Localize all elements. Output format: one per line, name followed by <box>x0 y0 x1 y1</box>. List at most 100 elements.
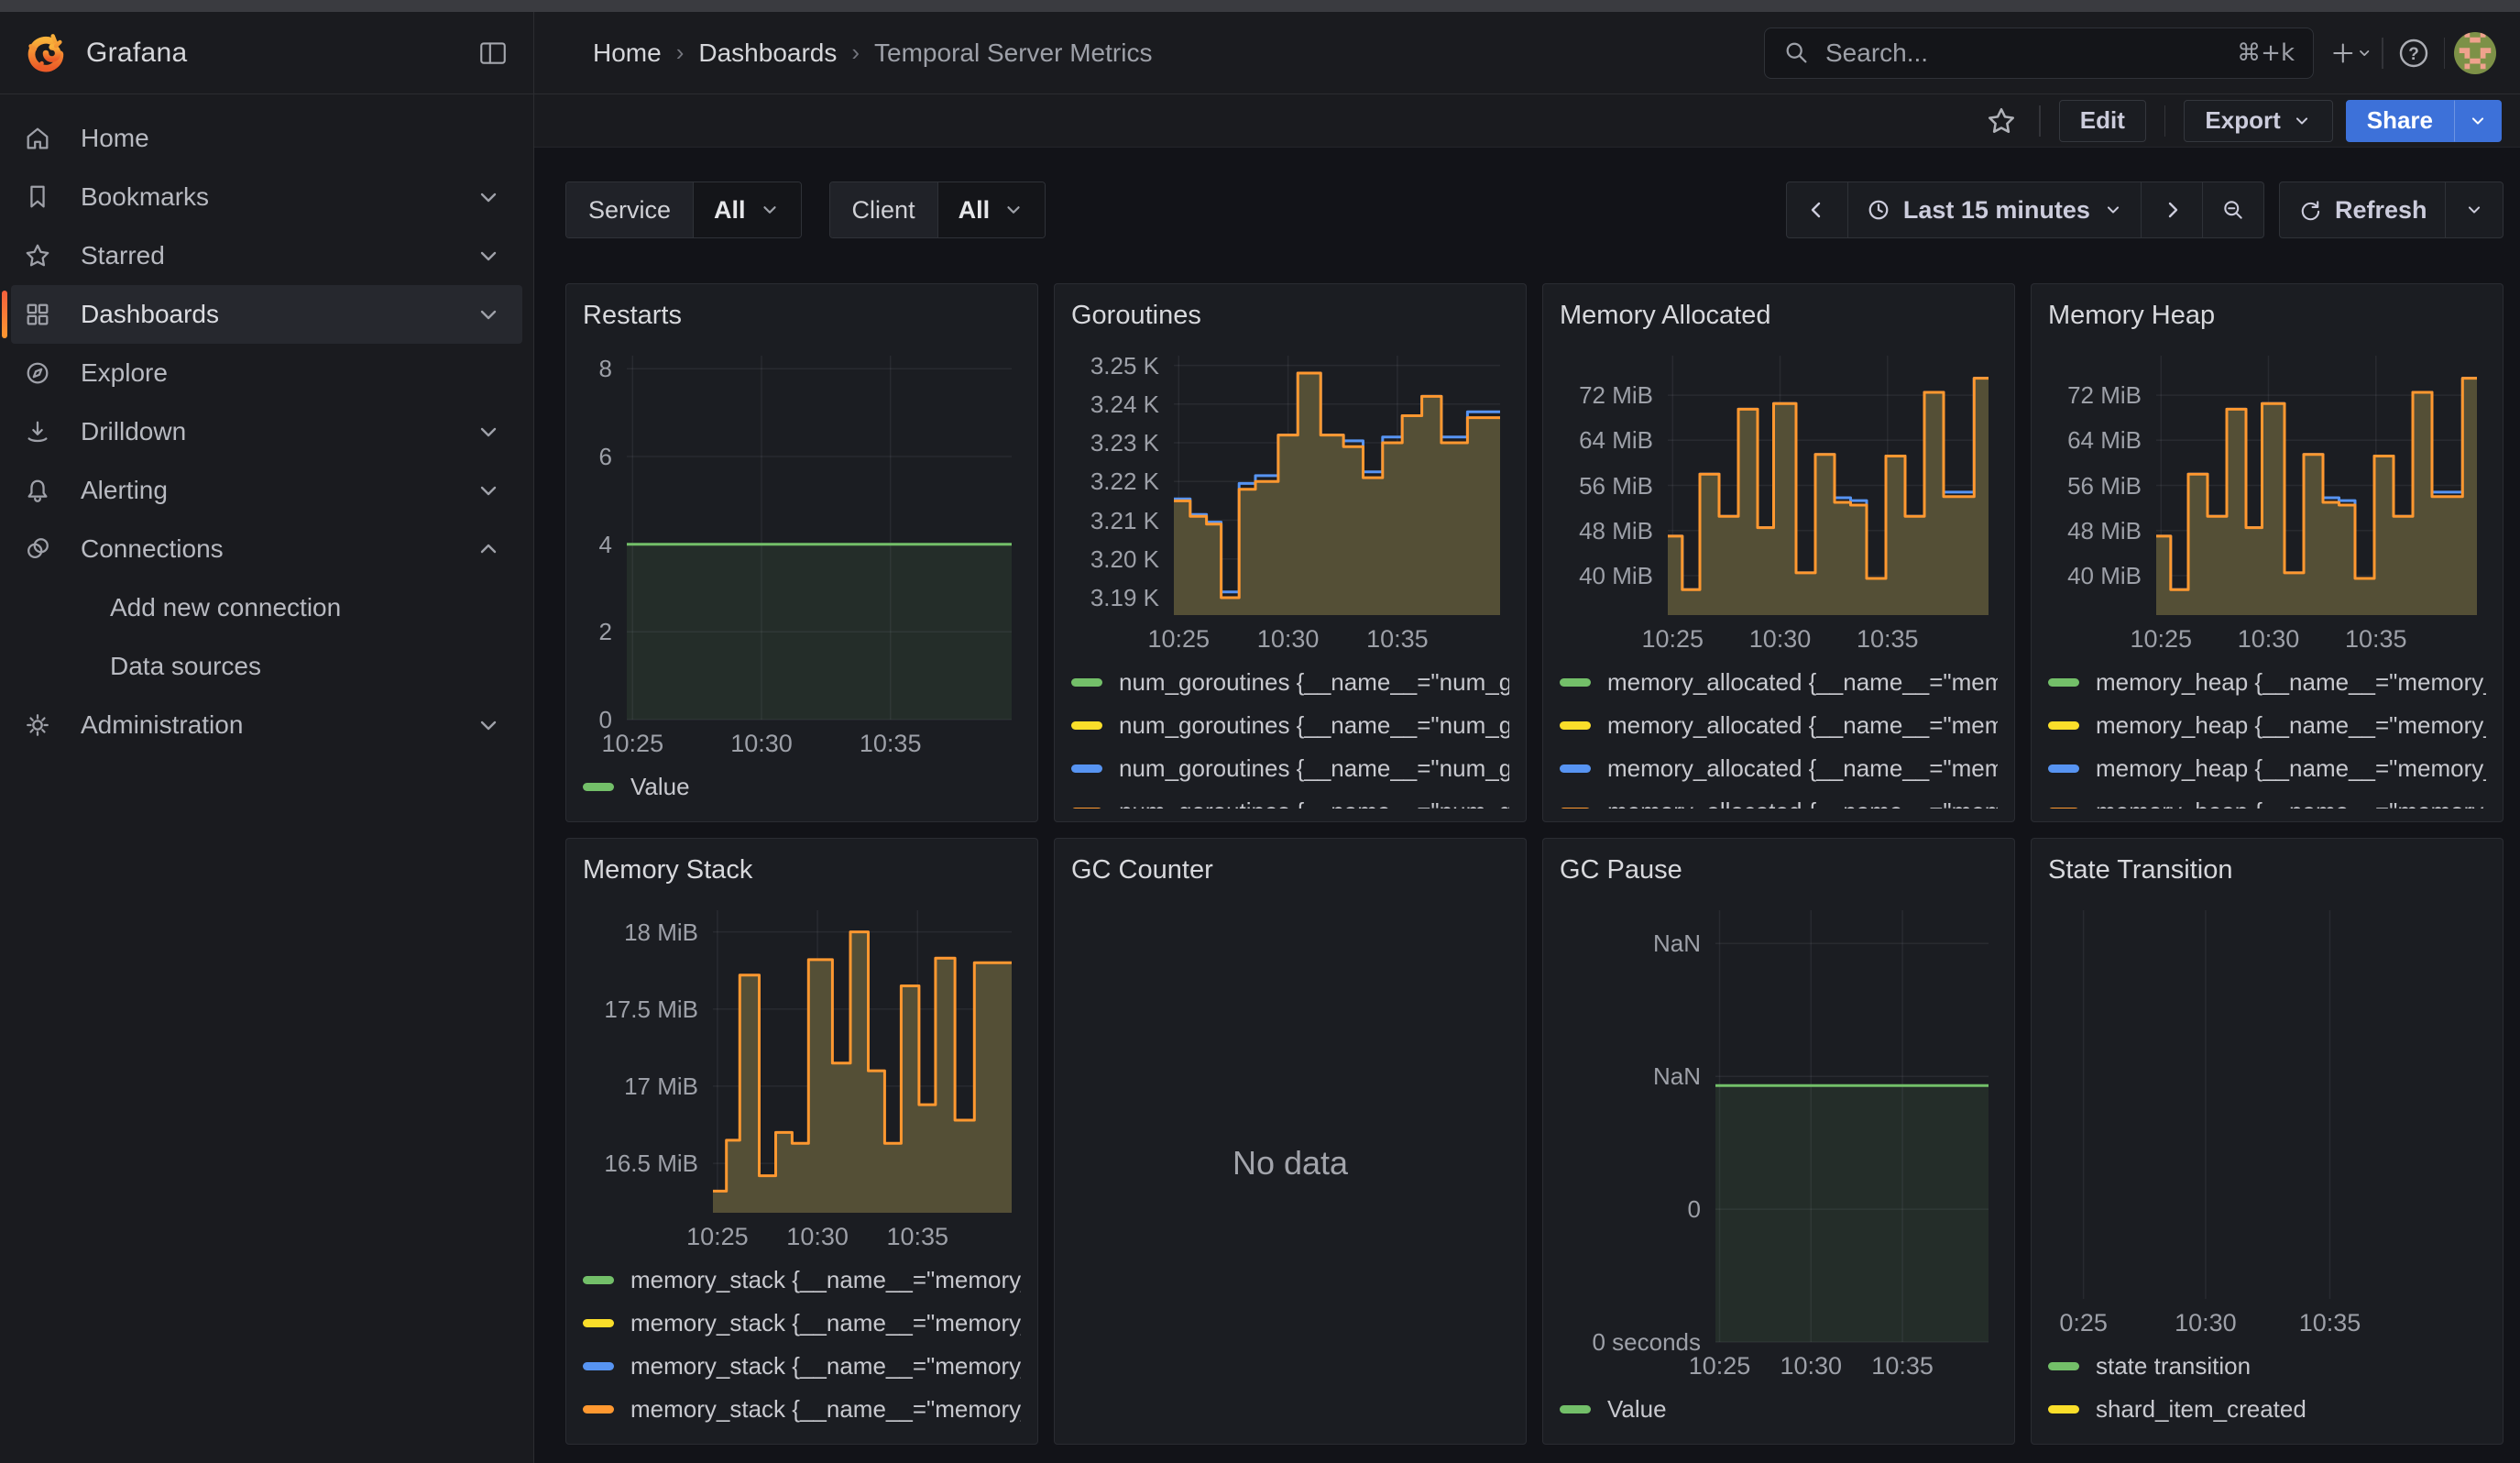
add-new-button[interactable] <box>2330 32 2372 74</box>
breadcrumb-dashboards[interactable]: Dashboards <box>698 38 837 68</box>
legend-item[interactable]: shard_item_created <box>2048 1388 2486 1431</box>
restarts-chart[interactable]: 0246810:2510:3010:35 <box>583 341 1021 762</box>
sidebar-item-dashboards[interactable]: Dashboards <box>11 285 522 344</box>
divider <box>2164 105 2166 137</box>
panel-title[interactable]: State Transition <box>2048 855 2486 896</box>
time-back-button[interactable] <box>1786 182 1848 238</box>
gc-pause-chart[interactable]: 0 seconds0NaNNaN10:2510:3010:35 <box>1560 896 1998 1384</box>
legend-item[interactable]: memory_stack {__name__="memory_s <box>583 1345 1021 1388</box>
memory-stack-chart[interactable]: 16.5 MiB17 MiB17.5 MiB18 MiB10:2510:3010… <box>583 896 1021 1255</box>
goroutines-chart[interactable]: 3.19 K3.20 K3.21 K3.22 K3.23 K3.24 K3.25… <box>1071 341 1509 657</box>
sidebar-item-home[interactable]: Home <box>11 109 522 168</box>
help-icon: ? <box>2397 37 2430 70</box>
panel-title[interactable]: Memory Stack <box>583 855 1021 896</box>
legend-label: shard_item_created <box>2096 1395 2306 1424</box>
legend-label: memory_stack {__name__="memory_s <box>630 1395 1021 1424</box>
time-range-button[interactable]: Last 15 minutes <box>1847 182 2142 238</box>
panel-gc-pause: GC Pause 0 seconds0NaNNaN10:2510:3010:35… <box>1542 838 2015 1445</box>
breadcrumb-separator: › <box>676 38 685 67</box>
service-filter[interactable]: Service All <box>565 182 802 238</box>
legend-item[interactable]: memory_allocated {__name__="memo <box>1560 747 1998 790</box>
sidebar-collapse-icon[interactable] <box>473 33 513 73</box>
legend-item[interactable]: num_goroutines {__name__="num_go <box>1071 790 1509 808</box>
legend-item[interactable]: memory_heap {__name__="memory_h <box>2048 704 2486 747</box>
memory-allocated-chart[interactable]: 40 MiB48 MiB56 MiB64 MiB72 MiB10:2510:30… <box>1560 341 1998 657</box>
angle-right-icon <box>2160 198 2184 222</box>
search-input[interactable]: Search... ⌘+k <box>1764 28 2314 79</box>
breadcrumb-current: Temporal Server Metrics <box>874 38 1152 68</box>
legend-item[interactable]: num_goroutines {__name__="num_go <box>1071 704 1509 747</box>
panel-gc-counter: GC Counter No data <box>1054 838 1527 1445</box>
sidebar-item-connections[interactable]: Connections <box>11 520 522 578</box>
bell-icon <box>24 477 51 504</box>
legend: memory_heap {__name__="memory_hmemory_he… <box>2048 661 2486 808</box>
export-label: Export <box>2205 106 2280 135</box>
panel-title[interactable]: Restarts <box>583 301 1021 341</box>
legend-swatch <box>2048 678 2079 687</box>
dashboard-toolbar: Edit Export Share <box>534 94 2520 148</box>
help-button[interactable]: ? <box>2393 32 2435 74</box>
time-forward-button[interactable] <box>2141 182 2203 238</box>
breadcrumb-home[interactable]: Home <box>593 38 662 68</box>
breadcrumb-separator: › <box>851 38 860 67</box>
share-dropdown-button[interactable] <box>2454 100 2502 142</box>
panel-title[interactable]: Memory Allocated <box>1560 301 1998 341</box>
legend-item[interactable]: memory_heap {__name__="memory_h <box>2048 790 2486 808</box>
legend-item[interactable]: memory_heap {__name__="memory_h <box>2048 747 2486 790</box>
sidebar-item-label: Dashboards <box>81 300 219 329</box>
sidebar-item-administration[interactable]: Administration <box>11 696 522 754</box>
legend-item[interactable]: memory_allocated {__name__="memo <box>1560 790 1998 808</box>
filter-value-text: All <box>959 196 991 225</box>
search-shortcut: ⌘+k <box>2237 39 2295 67</box>
service-filter-value[interactable]: All <box>694 182 801 237</box>
legend-item[interactable]: memory_stack {__name__="memory_s <box>583 1388 1021 1431</box>
state-transition-chart[interactable]: 0:2510:3010:35 <box>2048 896 2486 1341</box>
zoom-out-button[interactable] <box>2202 182 2264 238</box>
legend-item[interactable]: num_goroutines {__name__="num_go <box>1071 661 1509 704</box>
panel-title[interactable]: GC Counter <box>1071 855 1509 896</box>
refresh-interval-button[interactable] <box>2445 182 2504 238</box>
legend-label: state transition <box>2096 1352 2251 1380</box>
edit-button[interactable]: Edit <box>2059 100 2146 142</box>
legend-swatch <box>2048 1405 2079 1414</box>
sidebar-item-explore[interactable]: Explore <box>11 344 522 402</box>
legend-item[interactable]: num_goroutines {__name__="num_go <box>1071 747 1509 790</box>
client-filter-value[interactable]: All <box>938 182 1046 237</box>
sidebar-item-data-sources[interactable]: Data sources <box>11 637 522 696</box>
user-avatar[interactable] <box>2454 32 2496 74</box>
star-dashboard-button[interactable] <box>1982 102 2021 140</box>
legend-item[interactable]: memory_heap {__name__="memory_h <box>2048 661 2486 704</box>
legend-label: memory_allocated {__name__="memo <box>1607 754 1998 783</box>
legend-swatch <box>583 1405 614 1414</box>
sidebar-item-drilldown[interactable]: Drilldown <box>11 402 522 461</box>
plus-icon <box>2330 39 2356 67</box>
legend-item[interactable]: state transition <box>2048 1345 2486 1388</box>
connections-icon <box>24 535 51 563</box>
filter-label: Service <box>566 182 694 237</box>
legend-item[interactable]: Value <box>1560 1388 1998 1431</box>
legend-item[interactable]: memory_allocated {__name__="memo <box>1560 661 1998 704</box>
memory-heap-chart[interactable]: 40 MiB48 MiB56 MiB64 MiB72 MiB10:2510:30… <box>2048 341 2486 657</box>
legend-item[interactable]: memory_stack {__name__="memory_s <box>583 1259 1021 1302</box>
share-button[interactable]: Share <box>2346 100 2454 142</box>
export-button[interactable]: Export <box>2184 100 2332 142</box>
sidebar-item-alerting[interactable]: Alerting <box>11 461 522 520</box>
time-range-label: Last 15 minutes <box>1903 196 2090 225</box>
refresh-button[interactable]: Refresh <box>2279 182 2447 238</box>
client-filter[interactable]: Client All <box>829 182 1046 238</box>
sidebar-item-bookmarks[interactable]: Bookmarks <box>11 168 522 226</box>
sidebar-item-add-new-connection[interactable]: Add new connection <box>11 578 522 637</box>
panel-title[interactable]: Memory Heap <box>2048 301 2486 341</box>
breadcrumb: Home › Dashboards › Temporal Server Metr… <box>593 38 1152 68</box>
panel-title[interactable]: GC Pause <box>1560 855 1998 896</box>
legend-item[interactable]: memory_stack {__name__="memory_s <box>583 1302 1021 1345</box>
star-icon <box>24 242 51 270</box>
legend-item[interactable]: Value <box>583 765 1021 808</box>
avatar-image <box>2454 32 2496 74</box>
legend-swatch <box>2048 721 2079 730</box>
legend-item[interactable]: memory_allocated {__name__="memo <box>1560 704 1998 747</box>
panel-title[interactable]: Goroutines <box>1071 301 1509 341</box>
sidebar-item-label: Administration <box>81 710 243 740</box>
sidebar-item-starred[interactable]: Starred <box>11 226 522 285</box>
panel-goroutines: Goroutines 3.19 K3.20 K3.21 K3.22 K3.23 … <box>1054 283 1527 822</box>
